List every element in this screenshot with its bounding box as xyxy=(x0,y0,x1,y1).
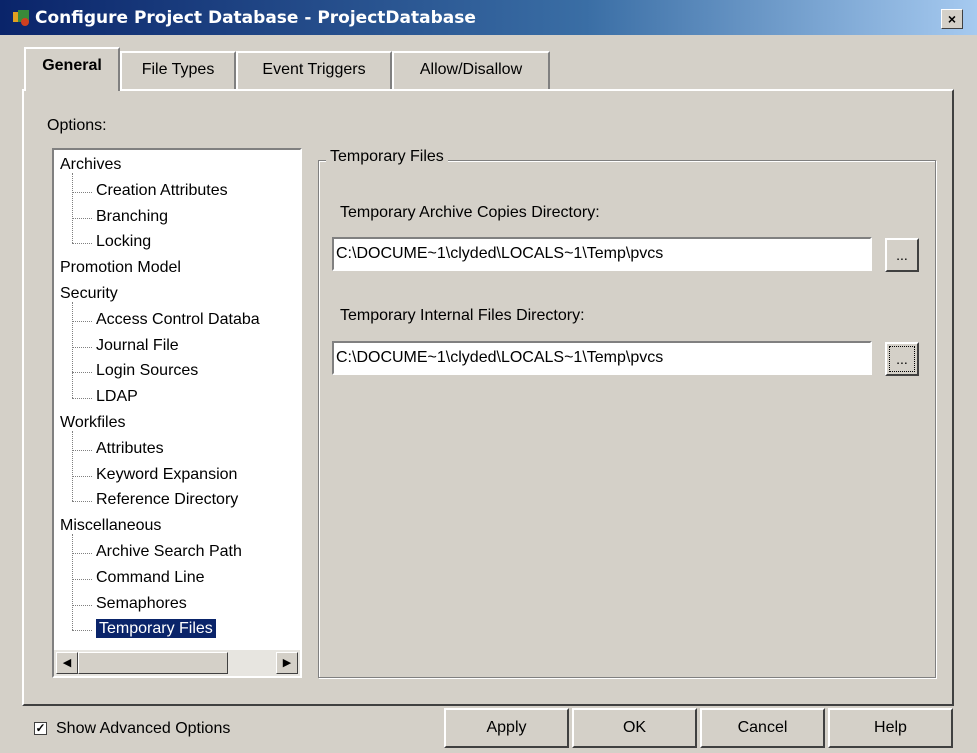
help-button[interactable]: Help xyxy=(828,708,953,748)
archive-copies-browse-button[interactable]: ... xyxy=(885,238,919,272)
tree-item-label: Archives xyxy=(60,156,122,173)
cancel-button[interactable]: Cancel xyxy=(700,708,825,748)
tree-item-label: Journal File xyxy=(96,336,179,354)
tree-connector xyxy=(72,431,73,502)
tree-connector xyxy=(72,534,73,631)
tree-item[interactable]: Locking xyxy=(96,230,151,254)
tree-item-label: Attributes xyxy=(96,439,164,457)
tab-file-types[interactable]: File Types xyxy=(120,51,236,89)
tree-connector xyxy=(72,501,92,503)
tree-item-label: Locking xyxy=(96,233,152,251)
scroll-thumb[interactable] xyxy=(78,652,228,674)
tab-event-triggers[interactable]: Event Triggers xyxy=(236,51,392,89)
tree-item[interactable]: Access Control Databa xyxy=(96,308,260,332)
tree-item[interactable]: Temporary Files xyxy=(96,617,216,641)
tree-item-label: Archive Search Path xyxy=(96,543,242,560)
tab-general[interactable]: General xyxy=(24,47,120,91)
tree-item-label: Temporary Files xyxy=(96,619,216,639)
tree-item[interactable]: Journal File xyxy=(96,334,179,358)
close-button[interactable]: × xyxy=(941,9,963,29)
tree-item-label: Login Sources xyxy=(96,362,199,380)
tree-item[interactable]: Promotion Model xyxy=(60,256,181,280)
tree-item[interactable]: Workfiles xyxy=(60,411,126,435)
tree-item[interactable]: Command Line xyxy=(96,566,205,590)
tree-item[interactable]: Reference Directory xyxy=(96,488,238,512)
tree-item-label: Workfiles xyxy=(60,414,126,431)
tree-item-label: Promotion Model xyxy=(60,259,181,277)
internal-files-label: Temporary Internal Files Directory: xyxy=(340,307,585,324)
tree-item-label: Miscellaneous xyxy=(60,517,162,535)
tree-connector xyxy=(72,191,92,193)
tree-item[interactable]: LDAP xyxy=(96,385,138,409)
tree-connector xyxy=(72,398,92,400)
tree-connector xyxy=(72,243,92,245)
archive-copies-label: Temporary Archive Copies Directory: xyxy=(340,204,600,221)
tree-item-label: Creation Attributes xyxy=(96,181,228,199)
tab-allow-disallow[interactable]: Allow/Disallow xyxy=(392,51,550,89)
tree-connector xyxy=(72,173,73,244)
apply-button[interactable]: Apply xyxy=(444,708,569,748)
tree-item-label: Keyword Expansion xyxy=(96,465,238,483)
tree-item[interactable]: Miscellaneous xyxy=(60,514,161,538)
temporary-files-legend: Temporary Files xyxy=(326,148,448,166)
tree-horizontal-scrollbar[interactable]: ◀ ▶ xyxy=(54,650,300,676)
tree-item-label: LDAP xyxy=(96,388,138,406)
options-tree-content: Archives Creation Attributes Branching Lock… xyxy=(54,150,300,647)
archive-copies-directory-input[interactable] xyxy=(332,237,872,271)
options-label: Options: xyxy=(47,117,107,134)
window-title: Configure Project Database - ProjectData… xyxy=(35,8,476,28)
tree-connector xyxy=(72,372,92,374)
tree-item[interactable]: Security xyxy=(60,282,118,306)
tree-item-label: Semaphores xyxy=(96,594,187,612)
tree-item[interactable]: Login Sources xyxy=(96,359,198,383)
tree-item[interactable]: Creation Attributes xyxy=(96,179,228,203)
tree-item-label: Command Line xyxy=(96,568,205,586)
tree-item-label: Reference Directory xyxy=(96,491,239,509)
tree-item[interactable]: Keyword Expansion xyxy=(96,463,237,487)
tree-item-label: Security xyxy=(60,285,118,302)
show-advanced-label: Show Advanced Options xyxy=(56,720,231,737)
internal-files-browse-button[interactable]: ... xyxy=(885,342,919,376)
tree-item[interactable]: Semaphores xyxy=(96,592,187,616)
tree-connector xyxy=(72,302,73,399)
tree-connector xyxy=(72,217,92,219)
tree-connector xyxy=(72,449,92,451)
tree-item[interactable]: Archive Search Path xyxy=(96,540,242,564)
tree-connector xyxy=(72,578,92,580)
tree-item[interactable]: Archives xyxy=(60,153,121,177)
ok-button[interactable]: OK xyxy=(572,708,697,748)
app-icon xyxy=(13,10,29,26)
tree-item-label: Access Control Databa xyxy=(96,310,260,328)
show-advanced-checkbox[interactable]: ✓ xyxy=(34,722,47,735)
tree-item-label: Branching xyxy=(96,207,169,225)
tree-connector xyxy=(72,346,92,348)
internal-files-directory-input[interactable] xyxy=(332,341,872,375)
tree-connector xyxy=(72,630,92,632)
tree-connector xyxy=(72,553,92,554)
options-tree[interactable]: Archives Creation Attributes Branching Lock… xyxy=(52,148,302,678)
tree-connector xyxy=(72,320,92,322)
tree-connector xyxy=(72,604,92,606)
title-bar: Configure Project Database - ProjectData… xyxy=(0,0,977,35)
scroll-right-button[interactable]: ▶ xyxy=(276,652,298,674)
scroll-left-button[interactable]: ◀ xyxy=(56,652,78,674)
tree-connector xyxy=(72,475,92,477)
tree-item[interactable]: Branching xyxy=(96,205,168,229)
tree-item[interactable]: Attributes xyxy=(96,437,164,461)
